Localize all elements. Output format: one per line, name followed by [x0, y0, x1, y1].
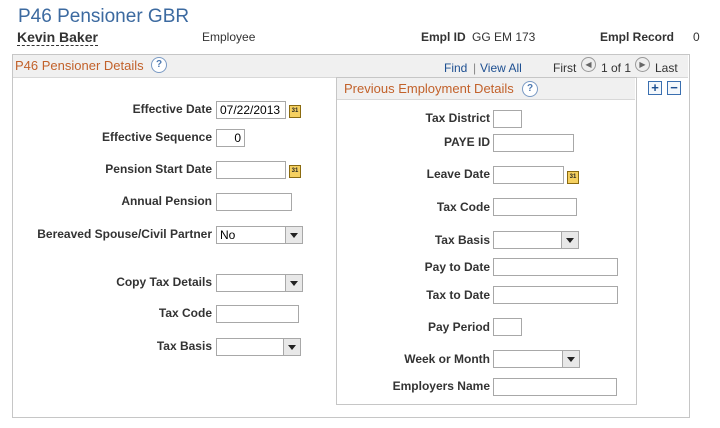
- pension-start-date-label: Pension Start Date: [105, 162, 212, 176]
- view-all-link[interactable]: View All: [480, 61, 522, 75]
- prev-tax-code-input[interactable]: [493, 198, 577, 216]
- tax-district-input[interactable]: [493, 110, 522, 128]
- employee-type: Employee: [202, 30, 256, 44]
- paye-id-label: PAYE ID: [443, 135, 490, 149]
- dropdown-arrow-icon[interactable]: [561, 232, 578, 248]
- tax-to-date-label: Tax to Date: [426, 288, 490, 302]
- pay-to-date-input[interactable]: [493, 258, 618, 276]
- last-link[interactable]: Last: [655, 61, 678, 75]
- tax-basis-select[interactable]: [216, 338, 301, 356]
- empl-record-value: 0: [693, 30, 700, 44]
- effective-date-input[interactable]: 07/22/2013: [216, 101, 286, 119]
- employers-name-label: Employers Name: [392, 379, 490, 393]
- tax-code-label: Tax Code: [158, 306, 212, 320]
- copy-tax-details-select[interactable]: [216, 274, 303, 292]
- dropdown-arrow-icon[interactable]: [285, 227, 302, 243]
- leave-date-input[interactable]: [493, 166, 564, 184]
- calendar-icon[interactable]: 31: [289, 165, 301, 178]
- employee-name: Kevin Baker: [17, 29, 98, 46]
- next-row-icon[interactable]: ▶: [635, 57, 650, 72]
- bereaved-spouse-select[interactable]: No: [216, 226, 303, 244]
- row-count: 1 of 1: [601, 61, 632, 75]
- dropdown-arrow-icon[interactable]: [283, 339, 300, 355]
- help-icon[interactable]: ?: [151, 57, 167, 73]
- paye-id-input[interactable]: [493, 134, 574, 152]
- nav-separator: |: [473, 61, 477, 75]
- bereaved-spouse-label: Bereaved Spouse/Civil Partner: [37, 227, 212, 241]
- week-or-month-label: Week or Month: [404, 352, 490, 366]
- prev-tax-basis-label: Tax Basis: [434, 233, 490, 247]
- effective-sequence-input[interactable]: 0: [216, 129, 245, 147]
- effective-sequence-label: Effective Sequence: [101, 130, 212, 144]
- add-row-button[interactable]: +: [648, 81, 662, 95]
- week-or-month-select[interactable]: [493, 350, 580, 368]
- tax-to-date-input[interactable]: [493, 286, 618, 304]
- bereaved-spouse-value: No: [220, 228, 236, 242]
- empl-id-label: Empl ID: [421, 30, 466, 44]
- pay-period-input[interactable]: [493, 318, 522, 336]
- tax-code-input[interactable]: [216, 305, 299, 323]
- copy-tax-details-label: Copy Tax Details: [116, 275, 212, 289]
- prev-tax-code-label: Tax Code: [436, 200, 490, 214]
- first-link[interactable]: First: [553, 61, 576, 75]
- section-title: P46 Pensioner Details: [15, 58, 144, 73]
- calendar-icon[interactable]: 31: [289, 105, 301, 118]
- employers-name-input[interactable]: [493, 378, 617, 396]
- delete-row-button[interactable]: −: [667, 81, 681, 95]
- help-icon[interactable]: ?: [522, 81, 538, 97]
- leave-date-label: Leave Date: [426, 167, 490, 181]
- annual-pension-input[interactable]: [216, 193, 292, 211]
- tax-district-label: Tax District: [425, 111, 490, 125]
- page-title: P46 Pensioner GBR: [18, 6, 190, 27]
- empl-id-value: GG EM 173: [472, 30, 536, 44]
- previous-employment-title: Previous Employment Details: [344, 81, 514, 96]
- empl-record-label: Empl Record: [600, 30, 675, 44]
- dropdown-arrow-icon[interactable]: [562, 351, 579, 367]
- find-link[interactable]: Find: [444, 61, 467, 75]
- previous-row-icon[interactable]: ◀: [581, 57, 596, 72]
- calendar-icon[interactable]: 31: [567, 171, 579, 184]
- pay-to-date-label: Pay to Date: [424, 260, 490, 274]
- dropdown-arrow-icon[interactable]: [285, 275, 302, 291]
- pay-period-label: Pay Period: [427, 320, 490, 334]
- pension-start-date-input[interactable]: [216, 161, 286, 179]
- effective-date-label: Effective Date: [132, 102, 212, 116]
- annual-pension-label: Annual Pension: [121, 194, 212, 208]
- prev-tax-basis-select[interactable]: [493, 231, 579, 249]
- tax-basis-label: Tax Basis: [156, 339, 212, 353]
